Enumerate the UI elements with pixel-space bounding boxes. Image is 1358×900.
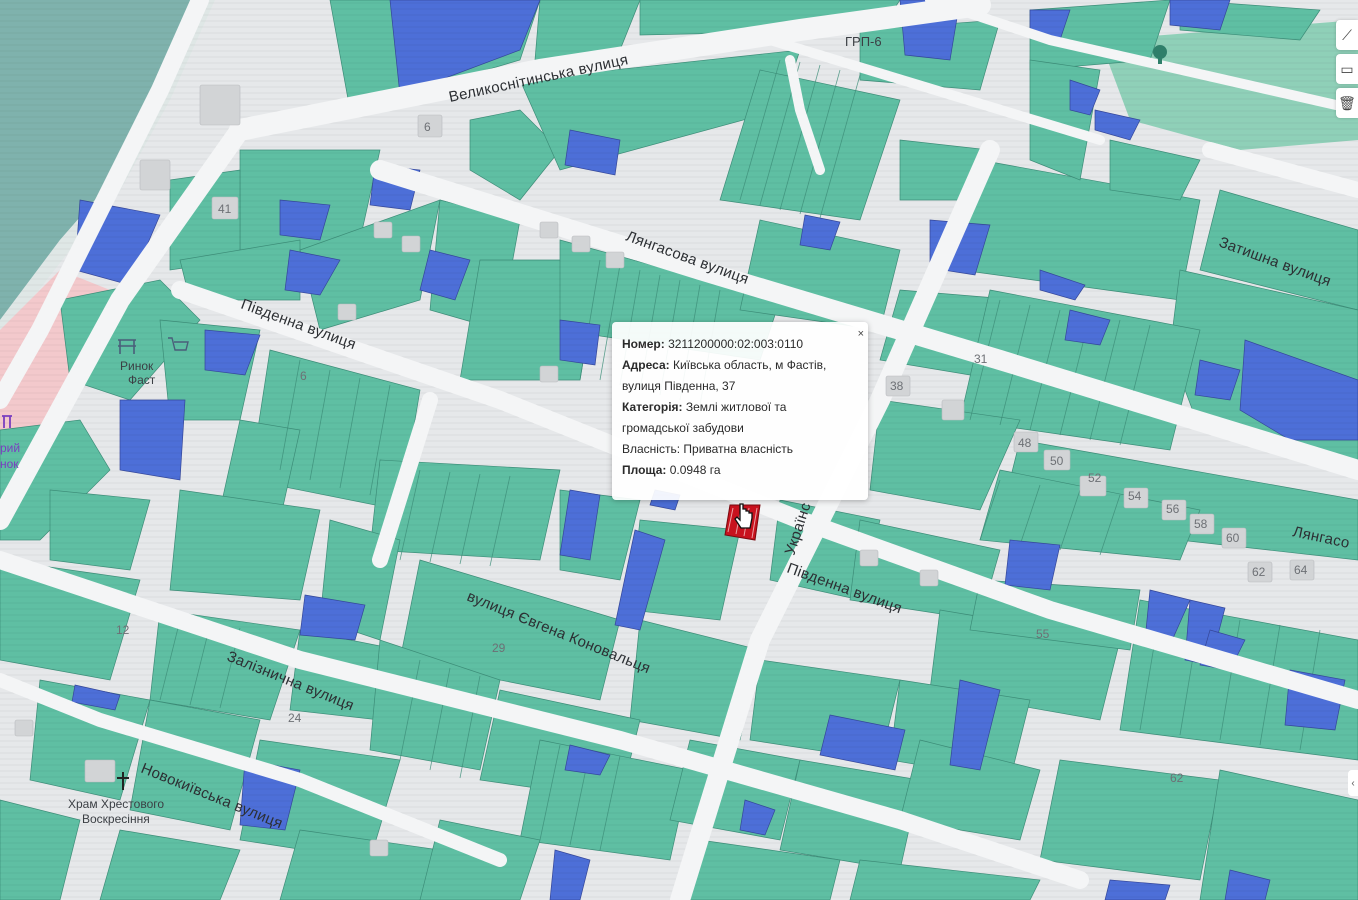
svg-text:Воскресіння: Воскресіння	[82, 812, 150, 826]
svg-text:Храм Хрестового: Храм Хрестового	[68, 797, 164, 811]
svg-text:нок: нок	[0, 457, 19, 471]
popup-address-row: Адреса: Київська область, м Фастів,	[622, 358, 827, 372]
svg-text:62: 62	[1252, 565, 1266, 579]
svg-text:64: 64	[1294, 563, 1308, 577]
delete-tool-button[interactable]: 🗑	[1336, 88, 1358, 118]
svg-text:ГРП-6: ГРП-6	[845, 34, 882, 49]
svg-text:12: 12	[116, 623, 130, 637]
svg-text:24: 24	[288, 711, 302, 725]
parcel-info-popup: × Номер: 3211200000:02:003:0110 Адреса: …	[612, 322, 868, 500]
area-value: 0.0948 га	[669, 463, 721, 477]
ownership-value: Приватна власність	[683, 442, 794, 456]
svg-text:55: 55	[1036, 627, 1050, 641]
popup-number-row: Номер: 3211200000:02:003:0110	[622, 337, 804, 351]
svg-text:50: 50	[1050, 454, 1064, 468]
svg-text:6: 6	[300, 369, 307, 383]
svg-text:Ринок: Ринок	[120, 359, 154, 373]
svg-text:29: 29	[492, 641, 506, 655]
svg-text:38: 38	[890, 379, 904, 393]
address-line-2: вулиця Південна, 37	[622, 379, 736, 393]
polygon-icon: ▭	[1340, 60, 1354, 77]
svg-text:54: 54	[1128, 489, 1142, 503]
svg-text:41: 41	[218, 202, 232, 216]
address-line-1: Київська область, м Фастів,	[672, 358, 827, 372]
polyline-tool-button[interactable]: ⟋	[1336, 20, 1358, 50]
svg-text:31: 31	[974, 352, 988, 366]
svg-text:58: 58	[1194, 517, 1208, 531]
svg-text:60: 60	[1226, 531, 1240, 545]
svg-text:62: 62	[1170, 771, 1184, 785]
svg-text:48: 48	[1018, 436, 1032, 450]
svg-text:рий: рий	[0, 441, 20, 455]
category-line-1: Землі житлової та	[685, 400, 787, 414]
polygon-tool-button[interactable]: ▭	[1336, 54, 1358, 84]
popup-ownership-row: Власність: Приватна власність	[622, 442, 794, 456]
polyline-icon: ⟋	[1342, 26, 1352, 43]
svg-text:52: 52	[1088, 471, 1102, 485]
trash-icon: 🗑	[1338, 94, 1356, 111]
category-line-2: громадської забудови	[622, 421, 744, 435]
svg-text:56: 56	[1166, 502, 1180, 516]
popup-area-row: Площа: 0.0948 га	[622, 463, 721, 477]
svg-text:Фаст: Фаст	[128, 373, 156, 387]
chevron-left-icon: ‹	[1351, 777, 1355, 789]
svg-text:6: 6	[424, 120, 431, 134]
cadastral-number: 3211200000:02:003:0110	[668, 337, 804, 351]
popup-category-row: Категорія: Землі житлової та	[622, 400, 787, 414]
popup-close-button[interactable]: ×	[858, 324, 864, 345]
sidebar-toggle[interactable]: ‹	[1348, 770, 1358, 796]
